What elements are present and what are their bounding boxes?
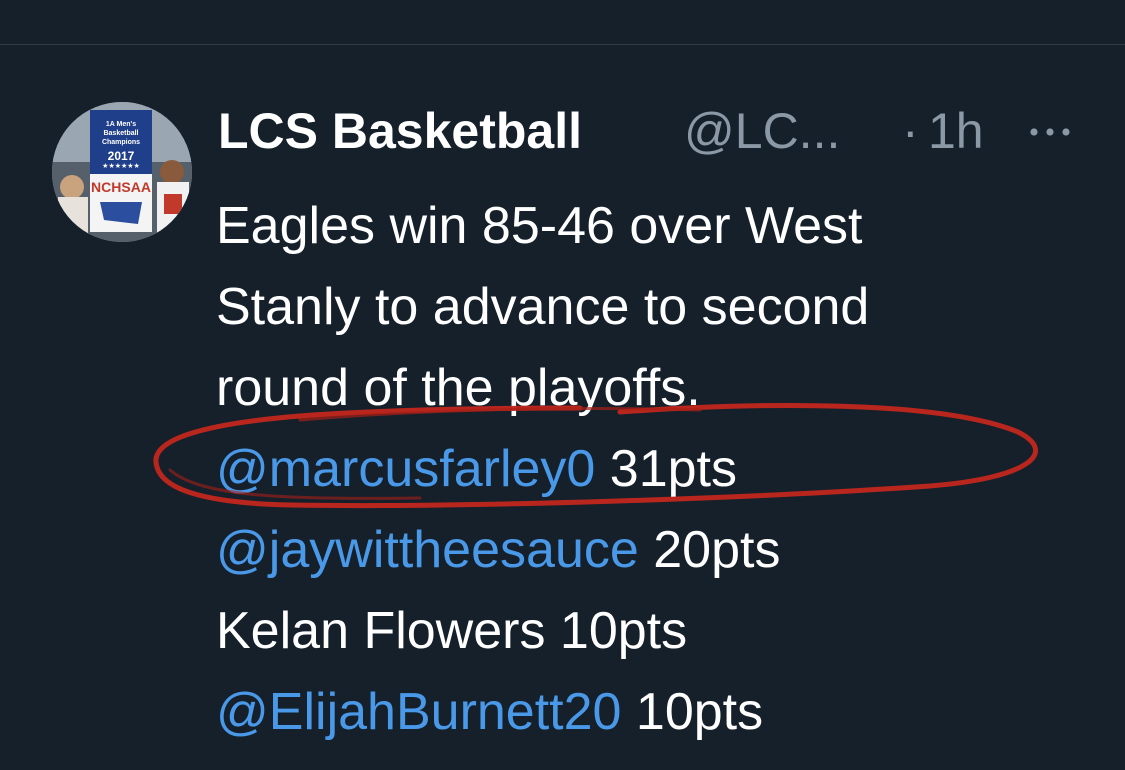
scorer-points: 20pts (653, 521, 781, 579)
scorer-line: @jaywittheesauce 20pts (216, 510, 1076, 591)
scorer-points: 31pts (609, 440, 738, 498)
svg-text:★★★★★★: ★★★★★★ (102, 162, 140, 170)
svg-text:Champions: Champions (102, 139, 140, 146)
scorer-points: 10pts (559, 602, 688, 660)
scorer-line: @ElijahBurnett20 10pts (216, 672, 1076, 753)
mention-link[interactable]: @marcusfarley0 (216, 440, 595, 498)
top-divider (0, 44, 1125, 45)
separator-dot: · (902, 103, 919, 159)
display-name[interactable]: LCS Basketball (218, 96, 582, 166)
svg-text:2017: 2017 (108, 149, 135, 163)
scorer-points: 10pts (635, 683, 764, 741)
user-handle[interactable]: @LC... (684, 96, 840, 166)
scorer-line: Kelan Flowers 10pts (216, 591, 1076, 672)
scorer-name: Kelan Flowers (216, 602, 546, 660)
svg-text:Basketball: Basketball (103, 130, 138, 137)
avatar-photo: 1A Men's Basketball Champions 2017 ★★★★★… (52, 102, 192, 242)
mention-link[interactable]: @ElijahBurnett20 (216, 683, 621, 741)
ellipsis-icon[interactable] (1028, 106, 1072, 156)
mention-link[interactable]: @jaywittheesauce (216, 521, 639, 579)
timestamp[interactable]: 1h (928, 96, 984, 166)
tweet-text-line: Stanly to advance to second (216, 278, 870, 336)
svg-text:NCHSAA: NCHSAA (91, 179, 151, 195)
tweet-text-line: round of the playoffs. (216, 359, 701, 417)
tweet-text: Eagles win 85-46 over West Stanly to adv… (216, 186, 1076, 753)
scorer-line: @marcusfarley0 31pts (216, 429, 1076, 510)
tweet-header: LCS Basketball @LC... · 1h (218, 96, 1098, 166)
tweet-text-line: Eagles win 85-46 over West (216, 197, 863, 255)
avatar[interactable]: 1A Men's Basketball Champions 2017 ★★★★★… (52, 102, 192, 242)
svg-text:1A Men's: 1A Men's (106, 121, 136, 128)
